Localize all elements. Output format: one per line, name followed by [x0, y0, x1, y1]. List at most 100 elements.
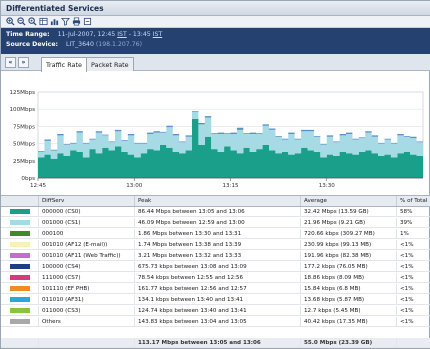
report-info-bar: Time Range: 11-Jul-2007, 12:45 IST - 13:… [1, 28, 430, 54]
header-average[interactable]: Average [301, 196, 397, 206]
row-pct-of-total: 39% [400, 220, 413, 226]
legend-swatch [10, 231, 30, 236]
row-diffserv: 101110 (EF PHB) [39, 284, 135, 293]
row-diffserv: 011010 (AF31) [39, 295, 135, 304]
row-peak: 1.86 Mbps between 13:30 and 13:31 [135, 229, 301, 238]
source-device-value[interactable]: LIT_3640 (198.1.207.76) [66, 41, 142, 48]
row-color-cell [1, 207, 39, 216]
header-peak[interactable]: Peak [135, 196, 301, 206]
row-color-cell [1, 317, 39, 326]
chart-icon[interactable] [49, 17, 59, 26]
time-range-label: Time Range: [6, 31, 50, 38]
row-average: 12.7 kbps (5.45 MB) [301, 306, 397, 315]
diffserv-table: DiffServ Peak Average % of Total 000000 … [1, 195, 430, 349]
row-average: 230.99 kbps (99.13 MB) [301, 240, 397, 249]
nav-forward-button[interactable]: » [18, 57, 29, 68]
row-pct-of-total: <1% [400, 308, 414, 314]
legend-swatch [10, 220, 30, 225]
row-average: 177.2 kbps (76.05 MB) [301, 262, 397, 271]
row-diffserv: 000000 (CS0) [39, 207, 135, 216]
zoom-out-icon[interactable] [16, 17, 26, 26]
legend-swatch [10, 319, 30, 324]
table-row[interactable]: 011000 (CS3) 124.74 kbps between 13:40 an… [1, 306, 430, 316]
table-row[interactable]: 011010 (AF31) 134.1 kbps between 13:40 an… [1, 295, 430, 305]
legend-swatch [10, 286, 30, 291]
nav-back-button[interactable]: « [5, 57, 16, 68]
time-range-value: 11-Jul-2007, 12:45 IST - 13:45 IST [57, 31, 163, 38]
row-peak: 3.21 Mbps between 13:32 and 13:33 [135, 251, 301, 260]
row-pct-of-total: <1% [400, 275, 414, 281]
table-row[interactable]: 000100 1.86 Mbps between 13:30 and 13:31 7… [1, 229, 430, 239]
total-swatch-cell [1, 338, 39, 347]
traffic-rate-chart: 0bps 25Mbps 50Mbps 75Mbps 100Mbps 125Mbps 12:4… [1, 72, 430, 196]
row-color-cell [1, 295, 39, 304]
table-icon[interactable] [38, 17, 48, 26]
y-tick-label: 50Mbps [13, 142, 35, 148]
y-tick-label: 25Mbps [13, 159, 35, 165]
filter-icon[interactable] [60, 17, 70, 26]
zoom-in-icon[interactable] [5, 17, 15, 26]
row-pct-of-total: <1% [400, 297, 414, 303]
toolbar [1, 16, 430, 28]
header-pct-of-total[interactable]: % of Total [397, 196, 430, 206]
row-pct-of-total: <1% [400, 286, 414, 292]
table-row[interactable]: 001000 (CS1) 46.09 Mbps between 12:59 and… [1, 218, 430, 228]
row-color-cell [1, 284, 39, 293]
row-diffserv: 001010 (AF11 (Web Traffic)) [39, 251, 135, 260]
differentiated-services-panel: Differentiated Services Time Range: 11-J… [0, 0, 430, 349]
table-row[interactable]: 101110 (EF PHB) 161.77 kbps between 12:56… [1, 284, 430, 294]
table-row[interactable]: 001010 (AF12 (E-mail)) 1.74 Mbps between … [1, 240, 430, 250]
export-icon[interactable] [82, 17, 92, 26]
table-row[interactable]: Others 143.83 kbps between 13:04 and 13:0… [1, 317, 430, 327]
row-average: 720.66 kbps (309.27 MB) [301, 229, 397, 238]
time-range: Time Range: 11-Jul-2007, 12:45 IST - 13:… [6, 31, 162, 38]
row-color-cell [1, 273, 39, 282]
row-peak: 78.54 kbps between 12:55 and 12:56 [135, 273, 301, 282]
row-peak: 124.74 kbps between 13:40 and 13:41 [135, 306, 301, 315]
total-average: 55.0 Mbps (23.39 GB) [301, 338, 397, 347]
header-swatch-column [1, 196, 39, 206]
row-average: 40.42 kbps (17.35 MB) [301, 317, 397, 326]
y-tick-label: 100Mbps [9, 107, 35, 113]
row-diffserv: Others [39, 317, 135, 326]
row-peak: 86.44 Mbps between 13:05 and 13:06 [135, 207, 301, 216]
legend-swatch [10, 297, 30, 302]
tab-packet-rate[interactable]: Packet Rate [86, 57, 134, 71]
window-titlebar: Differentiated Services [1, 1, 430, 16]
row-diffserv: 100000 (CS4) [39, 262, 135, 271]
row-average: 13.68 kbps (5.87 MB) [301, 295, 397, 304]
row-peak: 1.74 Mbps between 13:38 and 13:39 [135, 240, 301, 249]
y-tick-label: 125Mbps [9, 90, 35, 96]
row-diffserv: 111000 (CS7) [39, 273, 135, 282]
row-peak: 675.73 kbps between 13:08 and 13:09 [135, 262, 301, 271]
legend-swatch [10, 275, 30, 280]
row-pct-of-total: <1% [400, 253, 414, 259]
row-peak: 143.83 kbps between 13:04 and 13:05 [135, 317, 301, 326]
table-row[interactable]: 001010 (AF11 (Web Traffic)) 3.21 Mbps bet… [1, 251, 430, 261]
tab-bar: « » Traffic Rate Packet Rate [1, 54, 430, 72]
print-icon[interactable] [71, 17, 81, 26]
row-pct-of-total: 1% [400, 231, 409, 237]
zoom-reset-icon[interactable] [27, 17, 37, 26]
x-tick-label: 13:00 [126, 183, 143, 189]
x-tick-label: 12:45 [30, 183, 47, 189]
row-color-cell [1, 262, 39, 271]
row-color-cell [1, 251, 39, 260]
y-tick-label: 75Mbps [13, 124, 35, 130]
table-row[interactable]: 000000 (CS0) 86.44 Mbps between 13:05 and… [1, 207, 430, 217]
table-row[interactable]: 100000 (CS4) 675.73 kbps between 13:08 an… [1, 262, 430, 272]
table-row[interactable]: 111000 (CS7) 78.54 kbps between 12:55 and… [1, 273, 430, 283]
row-diffserv: 011000 (CS3) [39, 306, 135, 315]
x-tick-label: 13:30 [319, 183, 336, 189]
row-peak: 134.1 kbps between 13:40 and 13:41 [135, 295, 301, 304]
table-total-row: 113.17 Mbps between 13:05 and 13:06 55.0… [1, 338, 430, 348]
tab-traffic-rate[interactable]: Traffic Rate [41, 57, 87, 72]
total-name-cell [39, 338, 135, 347]
row-pct-of-total: <1% [400, 264, 414, 270]
row-color-cell [1, 218, 39, 227]
table-header-row: DiffServ Peak Average % of Total [1, 196, 430, 207]
row-diffserv: 000100 [39, 229, 135, 238]
header-diffserv[interactable]: DiffServ [39, 196, 135, 206]
legend-swatch [10, 264, 30, 269]
legend-swatch [10, 242, 30, 247]
